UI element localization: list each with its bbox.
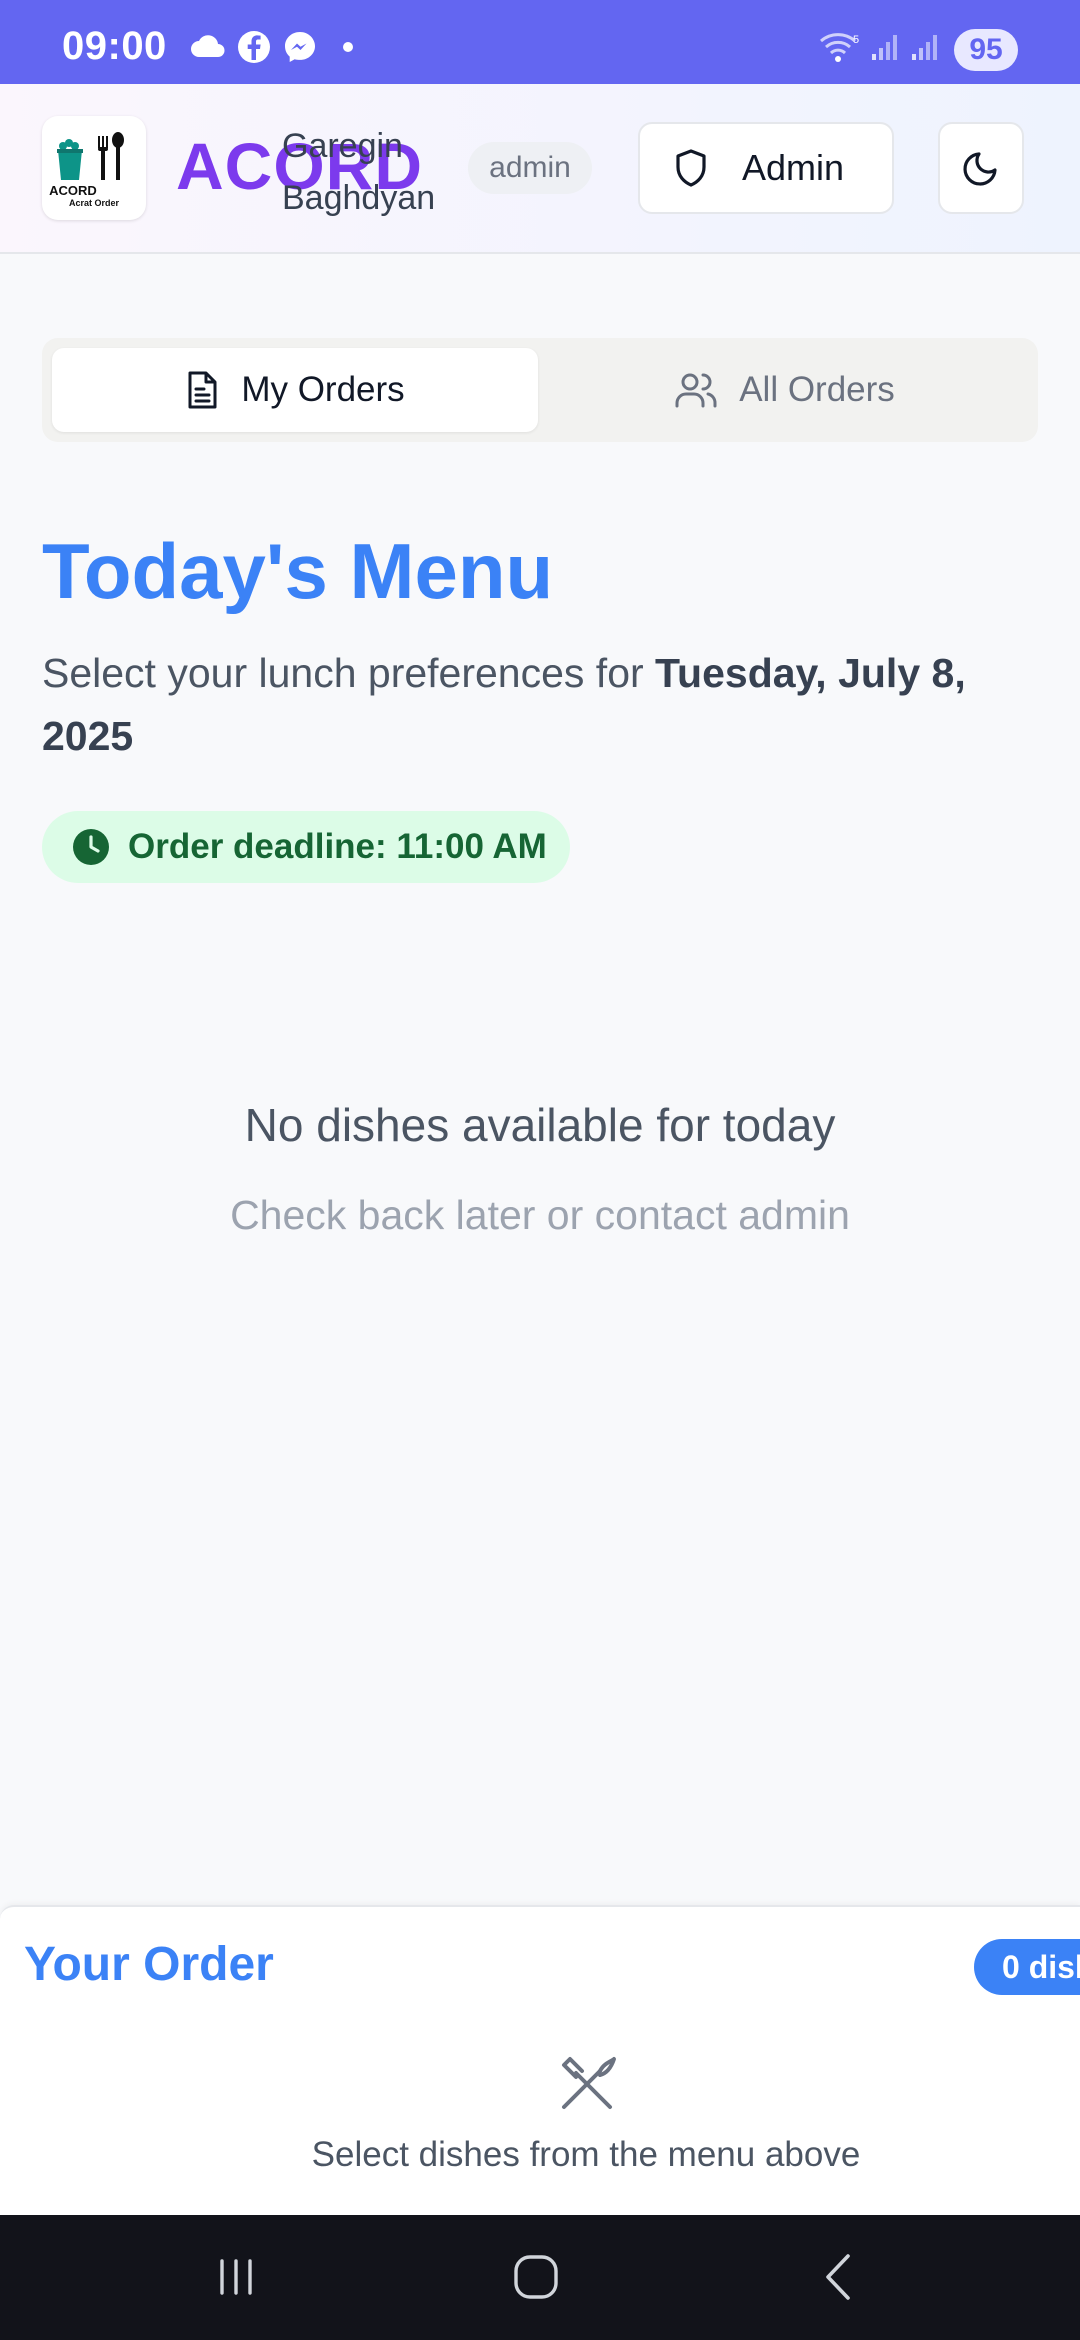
user-name: Garegin Baghdyan [282, 127, 436, 217]
deadline-badge: Order deadline: 11:00 AM [42, 811, 570, 883]
role-badge: admin [468, 142, 592, 194]
order-panel-title: Your Order [24, 1938, 274, 1991]
order-panel: Your Order 0 dishes Select dishes from t… [0, 1905, 1080, 2215]
status-time: 09:00 [62, 24, 167, 68]
utensils-crossed-icon [556, 2053, 618, 2115]
recent-apps-icon [214, 2255, 258, 2299]
deadline-text: Order deadline: 11:00 AM [128, 827, 547, 866]
logo-text: ACORD [49, 183, 97, 198]
tab-my-orders-label: My Orders [241, 370, 405, 409]
subtitle-prefix: Select your lunch preferences for [42, 650, 656, 696]
order-count-badge: 0 dishes [974, 1939, 1080, 1995]
home-button[interactable] [496, 2245, 576, 2309]
recent-apps-button[interactable] [196, 2245, 276, 2309]
tab-all-orders-label: All Orders [739, 370, 895, 409]
page-subtitle: Select your lunch preferences for Tuesda… [42, 642, 1042, 768]
empty-state-title: No dishes available for today [244, 1099, 836, 1151]
orders-tabs: My Orders All Orders [42, 338, 1038, 442]
battery-indicator: 95 [954, 29, 1018, 71]
status-bar: 09:00 5 95 [0, 0, 1080, 84]
svg-text:5: 5 [853, 34, 859, 46]
theme-toggle-button[interactable] [938, 122, 1024, 214]
facebook-icon [236, 30, 272, 64]
app-logo[interactable]: ACORD Acrat Order [42, 116, 146, 220]
home-icon [512, 2253, 560, 2301]
tab-my-orders[interactable]: My Orders [52, 348, 538, 432]
dot-icon [338, 30, 358, 64]
system-nav-bar [0, 2215, 1080, 2340]
signal-icon [868, 30, 902, 64]
wifi-icon: 5 [818, 30, 862, 64]
app-header: ACORD Acrat Order ACORD Garegin Baghdyan… [0, 84, 1080, 254]
back-button[interactable] [800, 2245, 880, 2309]
admin-button[interactable]: Admin [638, 122, 894, 214]
page-title: Today's Menu [42, 527, 554, 615]
empty-state-subtitle: Check back later or contact admin [230, 1192, 850, 1238]
moon-icon [962, 149, 1000, 187]
order-empty-text: Select dishes from the menu above [311, 2135, 861, 2174]
tab-all-orders[interactable]: All Orders [542, 348, 1028, 432]
shield-icon [674, 148, 708, 188]
clock-icon [72, 828, 110, 866]
admin-button-label: Admin [742, 147, 845, 188]
back-icon [818, 2252, 862, 2302]
cloud-icon [188, 30, 228, 64]
messenger-icon [282, 30, 318, 64]
document-icon [185, 370, 219, 410]
users-icon [675, 371, 717, 409]
logo-subtext: Acrat Order [69, 198, 120, 208]
signal-icon-2 [908, 30, 942, 64]
